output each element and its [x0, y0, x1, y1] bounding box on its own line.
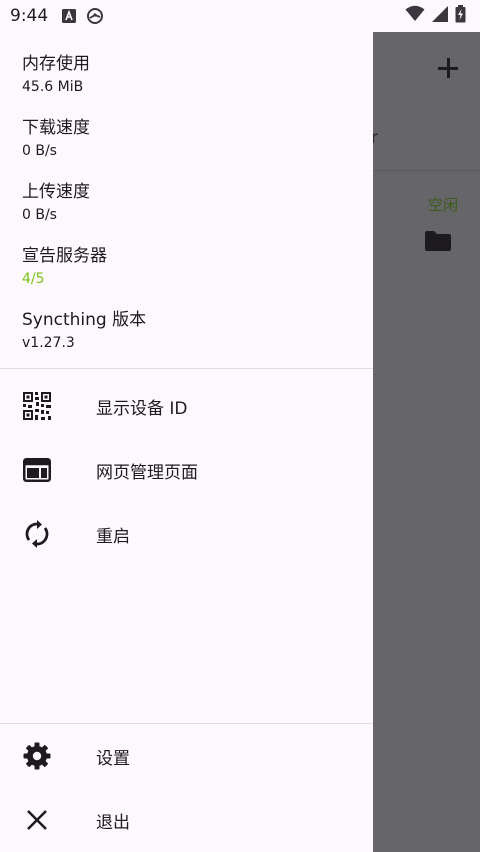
background-app-scrim[interactable]: r 空闲	[371, 32, 480, 852]
stat-memory-usage: 内存使用 45.6 MiB	[0, 52, 373, 116]
stat-label: Syncthing 版本	[22, 310, 147, 330]
wifi-icon	[405, 5, 425, 27]
stat-value: 45.6 MiB	[22, 79, 84, 95]
menu-show-device-id[interactable]: 显示设备 ID	[0, 378, 373, 434]
menu-label: 退出	[96, 812, 130, 833]
divider	[0, 723, 373, 724]
menu-label: 重启	[96, 526, 130, 547]
menu-label: 网页管理页面	[96, 462, 198, 483]
stats-list: 内存使用 45.6 MiB 下载速度 0 B/s 上传速度 0 B/s 宣告服务…	[0, 32, 373, 372]
stat-value: v1.27.3	[22, 335, 75, 351]
signal-icon	[431, 5, 449, 27]
stat-label: 内存使用	[22, 54, 90, 74]
stat-value: 0 B/s	[22, 143, 57, 159]
divider	[0, 368, 373, 369]
folder-status: 空闲	[427, 196, 458, 214]
menu-restart[interactable]: 重启	[0, 506, 373, 562]
stat-announce-servers: 宣告服务器 4/5	[0, 244, 373, 308]
stat-value: 0 B/s	[22, 207, 57, 223]
battery-icon	[455, 5, 466, 27]
menu-settings[interactable]: 设置	[0, 728, 373, 784]
menu-label: 显示设备 ID	[96, 398, 188, 419]
stat-value: 4/5	[22, 271, 45, 287]
qr-code-icon	[23, 392, 51, 420]
stat-label: 上传速度	[22, 182, 90, 202]
stat-upload-speed: 上传速度 0 B/s	[0, 180, 373, 244]
add-icon	[436, 56, 460, 80]
restart-icon	[23, 520, 51, 548]
close-icon	[23, 806, 51, 834]
status-time: 9:44	[10, 6, 49, 26]
status-bar: 9:44	[0, 0, 480, 32]
stat-label: 宣告服务器	[22, 246, 107, 266]
menu-web-gui[interactable]: 网页管理页面	[0, 442, 373, 498]
stat-label: 下载速度	[22, 118, 90, 138]
gear-icon	[23, 742, 51, 770]
navigation-drawer: 内存使用 45.6 MiB 下载速度 0 B/s 上传速度 0 B/s 宣告服务…	[0, 32, 373, 852]
a-icon	[60, 7, 78, 25]
folder-icon	[424, 230, 452, 252]
web-page-icon	[23, 456, 51, 484]
stat-syncthing-version: Syncthing 版本 v1.27.3	[0, 308, 373, 372]
sync-status-icon	[86, 7, 104, 25]
stat-download-speed: 下载速度 0 B/s	[0, 116, 373, 180]
background-divider	[373, 170, 480, 171]
menu-label: 设置	[96, 748, 130, 769]
menu-exit[interactable]: 退出	[0, 792, 373, 848]
